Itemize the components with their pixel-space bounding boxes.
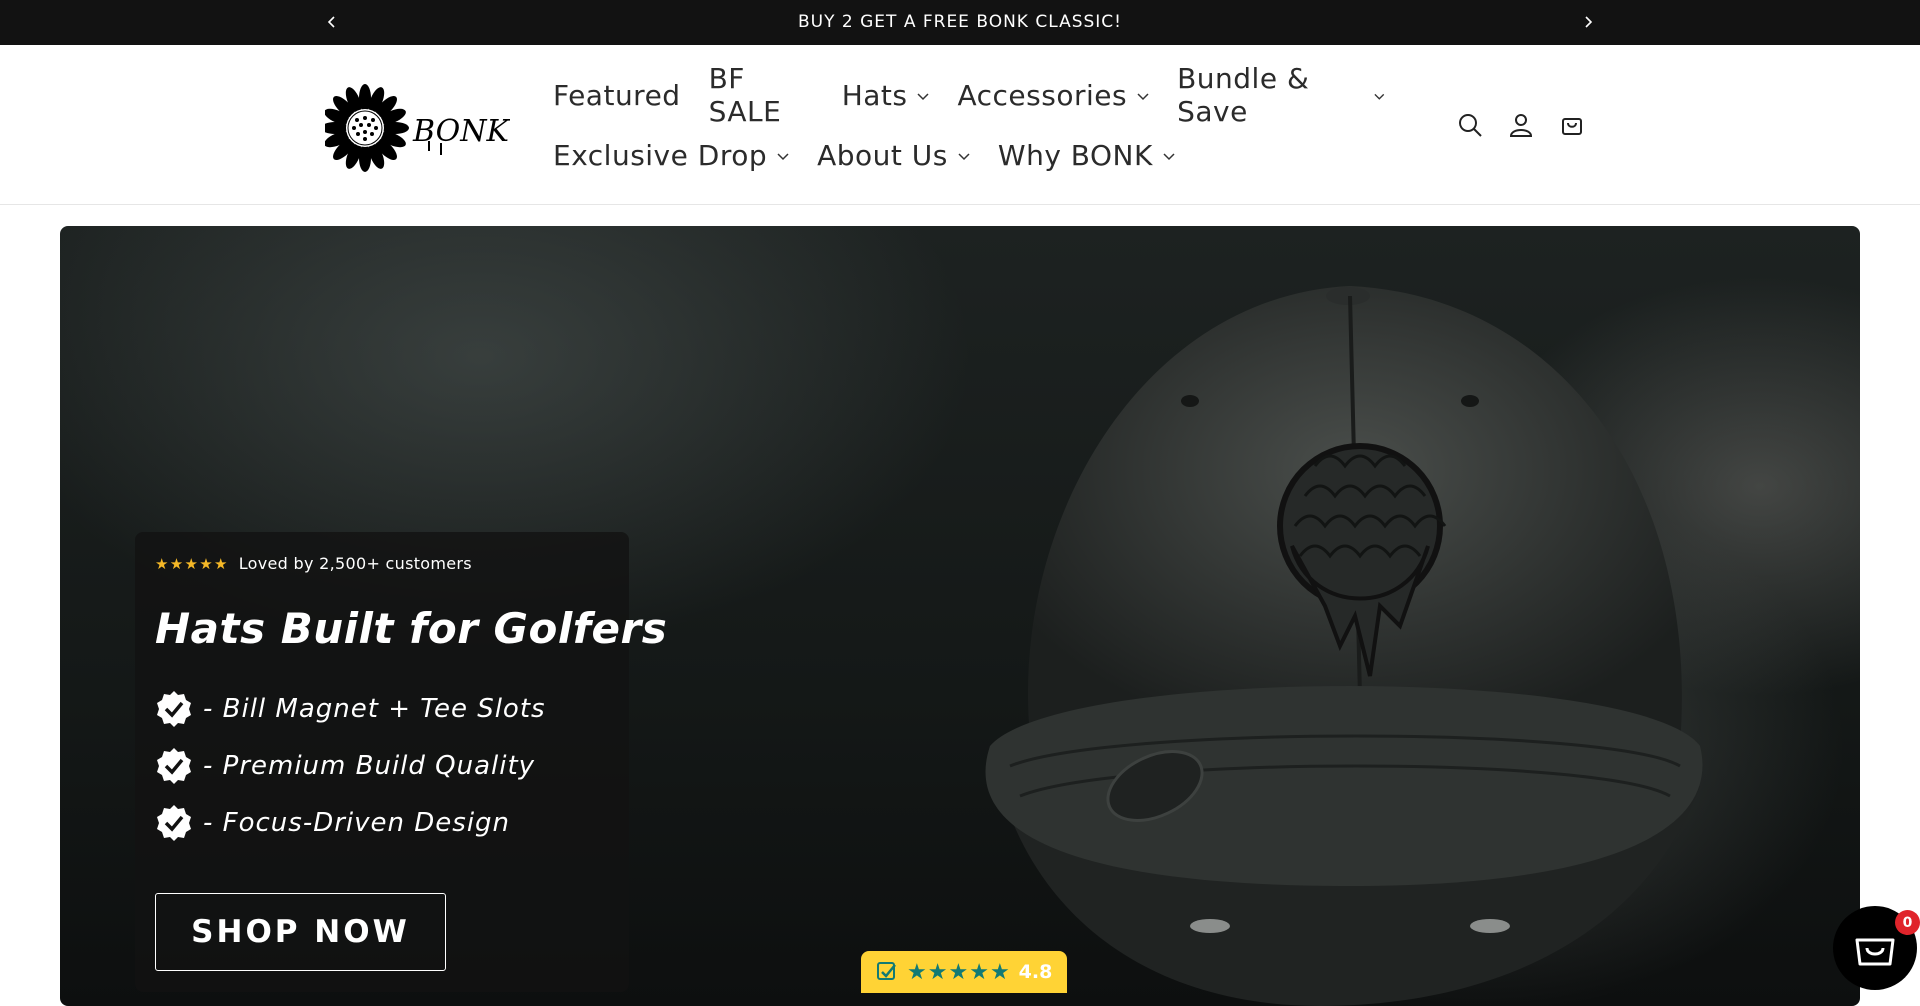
header-icons	[1455, 110, 1608, 140]
hero-title: Hats Built for Golfers	[155, 604, 668, 653]
feature-item: - Premium Build Quality	[155, 747, 535, 785]
cart-icon[interactable]	[1557, 110, 1587, 140]
main-nav: Featured BF SALE Hats Accessories Bundle & S…	[553, 62, 1413, 185]
verified-badge-icon	[157, 748, 191, 784]
nav-item-label: Hats	[841, 78, 908, 112]
verified-badge-icon	[157, 691, 191, 727]
shop-now-button[interactable]: SHOP NOW	[155, 893, 446, 971]
chevron-down-icon	[1163, 153, 1175, 161]
announcement-bar: BUY 2 GET A FREE BONK CLASSIC!	[0, 0, 1920, 45]
nav-item-label: Bundle & Save	[1177, 62, 1310, 128]
cart-count-badge: 0	[1895, 910, 1920, 935]
nav-item-why-bonk[interactable]: Why BONK	[998, 139, 1175, 172]
feature-text: - Bill Magnet + Tee Slots	[203, 694, 546, 724]
verified-badge-icon	[157, 805, 191, 841]
nav-item-label: Accessories	[957, 78, 1128, 112]
review-stars-icon: ★★★★★	[907, 959, 1010, 985]
announcement-text: BUY 2 GET A FREE BONK CLASSIC!	[798, 12, 1122, 32]
reviews-widget-button[interactable]: ★★★★★ 4.8	[861, 951, 1067, 993]
nav-item-featured[interactable]: Featured	[553, 79, 681, 112]
customer-rating: ★ ★ ★ ★ ★ Loved by 2,500+ customers	[155, 554, 472, 573]
nav-row-2: Exclusive Drop About Us Why BONK	[553, 125, 1413, 185]
chevron-down-icon	[777, 153, 789, 161]
nav-item-label: BF SALE	[708, 62, 782, 128]
review-score: 4.8	[1018, 961, 1053, 983]
chevron-down-icon	[1374, 93, 1385, 100]
nav-item-label: About Us	[817, 138, 948, 172]
logo-wordmark: BONK	[412, 114, 510, 149]
chevron-right-icon[interactable]	[1576, 10, 1600, 34]
chevron-down-icon	[958, 153, 970, 161]
feature-text: - Premium Build Quality	[203, 751, 536, 781]
nav-item-bundle-save[interactable]: Bundle & Save	[1177, 62, 1385, 128]
nav-item-bf-sale[interactable]: BF SALE	[709, 62, 814, 128]
chevron-down-icon	[1137, 93, 1149, 101]
search-icon[interactable]	[1455, 110, 1485, 140]
feature-text: - Focus-Driven Design	[203, 808, 511, 838]
nav-item-accessories[interactable]: Accessories	[957, 79, 1149, 112]
nav-item-about-us[interactable]: About Us	[817, 139, 970, 172]
bonk-logo[interactable]: BONK	[321, 83, 510, 173]
rating-stars-icon: ★ ★ ★ ★ ★	[155, 554, 228, 573]
account-icon[interactable]	[1506, 110, 1536, 140]
hero-banner: ★ ★ ★ ★ ★ Loved by 2,500+ customers Hats Bui…	[60, 226, 1860, 1006]
nav-item-hats[interactable]: Hats	[842, 79, 930, 112]
nav-item-label: Why BONK	[997, 138, 1153, 172]
feature-item: - Bill Magnet + Tee Slots	[155, 690, 546, 728]
feature-item: - Focus-Driven Design	[155, 804, 510, 842]
rating-text: Loved by 2,500+ customers	[238, 554, 472, 573]
nav-item-label: Exclusive Drop	[553, 138, 768, 172]
hero-text-panel: ★ ★ ★ ★ ★ Loved by 2,500+ customers Hats Bui…	[135, 532, 667, 992]
nav-item-label: Featured	[553, 78, 681, 112]
reviews-logo-icon	[877, 962, 896, 980]
nav-item-exclusive-drop[interactable]: Exclusive Drop	[553, 139, 789, 172]
chevron-down-icon	[917, 93, 930, 101]
floating-cart-button[interactable]: 0	[1833, 906, 1920, 990]
nav-row-1: Featured BF SALE Hats Accessories Bundle & S…	[553, 62, 1413, 128]
site-header: BONK Featured BF SALE Hats Accessories Bundl…	[0, 45, 1920, 205]
